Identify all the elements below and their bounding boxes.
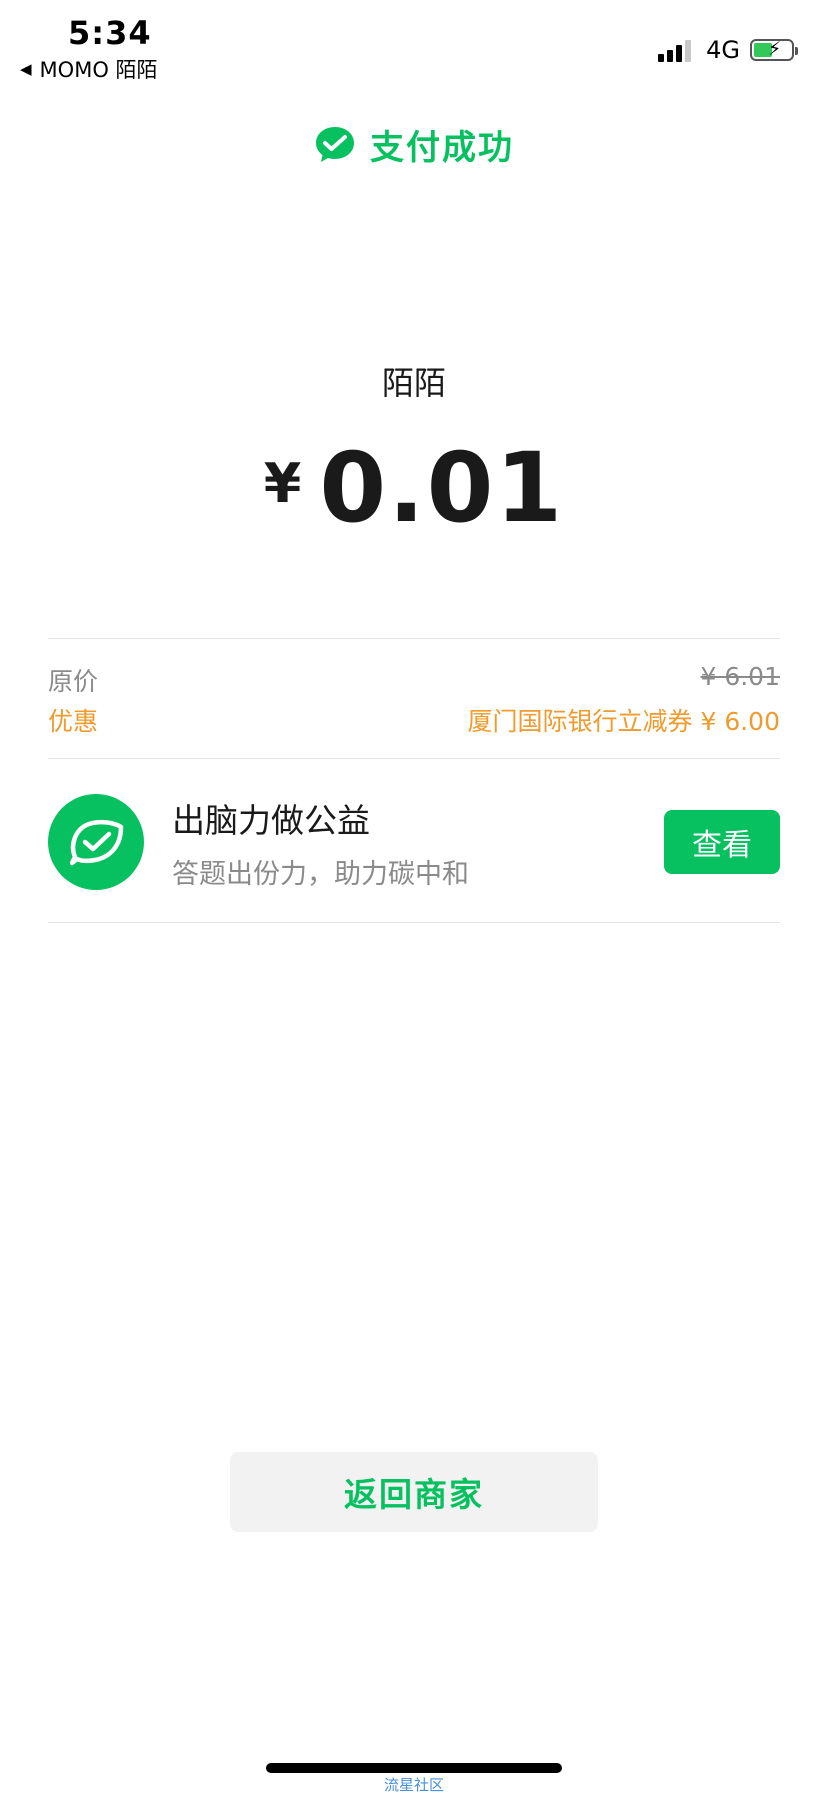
- payment-amount: ¥ 0.01: [0, 438, 828, 538]
- payment-success-header: 支付成功: [0, 120, 828, 169]
- discount-value: 厦门国际银行立减券 ¥ 6.00: [467, 707, 780, 736]
- back-app-label: MOMO 陌陌: [39, 58, 158, 82]
- payment-success-title: 支付成功: [370, 128, 514, 168]
- wechat-pay-check-icon: [316, 126, 354, 162]
- charity-promo-card: 出脑力做公益 答题出份力，助力碳中和 查看: [48, 792, 780, 892]
- original-price-value: ¥ 6.01: [700, 662, 780, 691]
- original-price-row: 原价 ¥ 6.01: [48, 662, 780, 698]
- amount-value: 0.01: [319, 432, 565, 544]
- original-price-label: 原价: [48, 667, 99, 696]
- merchant-name: 陌陌: [381, 364, 446, 402]
- back-to-app-link[interactable]: ◀ MOMO 陌陌: [20, 54, 158, 84]
- network-type: 4G: [706, 36, 740, 64]
- leaf-check-icon: [48, 794, 144, 890]
- divider: [48, 638, 780, 639]
- home-indicator[interactable]: [266, 1763, 562, 1773]
- divider: [48, 922, 780, 923]
- discount-label: 优惠: [48, 707, 99, 736]
- view-button[interactable]: 查看: [664, 810, 780, 874]
- battery-charging-icon: ⚡: [750, 38, 798, 61]
- return-to-merchant-button[interactable]: 返回商家: [230, 1452, 598, 1532]
- promo-title: 出脑力做公益: [172, 800, 370, 840]
- divider: [48, 758, 780, 759]
- currency-symbol: ¥: [263, 452, 302, 515]
- cellular-signal-icon: [658, 38, 694, 62]
- discount-row: 优惠 厦门国际银行立减券 ¥ 6.00: [48, 702, 780, 738]
- promo-subtitle: 答题出份力，助力碳中和: [172, 858, 469, 890]
- status-time: 5:34: [68, 14, 152, 52]
- back-triangle-icon: ◀: [20, 60, 32, 78]
- status-indicators: 4G ⚡: [658, 36, 798, 64]
